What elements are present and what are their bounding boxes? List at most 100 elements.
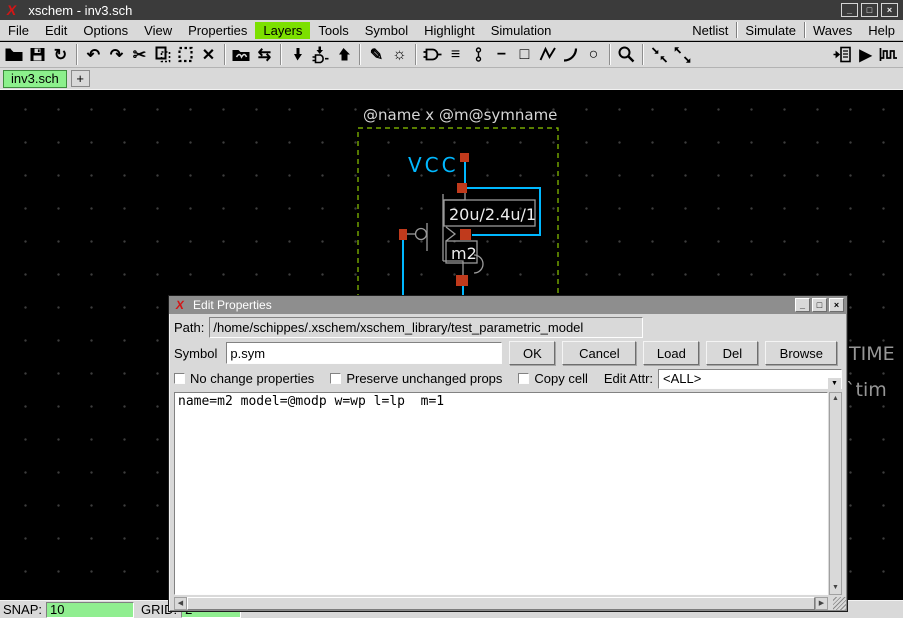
browse-button[interactable]: Browse bbox=[765, 341, 837, 365]
copy-cell-label: Copy cell bbox=[534, 371, 587, 386]
dialog-minimize-button[interactable]: _ bbox=[795, 298, 810, 312]
resize-grip[interactable] bbox=[833, 597, 846, 610]
tab-inv3-sch[interactable]: inv3.sch bbox=[3, 70, 67, 88]
menu-simulate[interactable]: Simulate bbox=[737, 22, 804, 39]
scroll-left-icon[interactable]: ◀ bbox=[174, 597, 187, 610]
dialog-window-controls: _ □ × bbox=[795, 298, 844, 312]
go-back-icon[interactable] bbox=[332, 43, 355, 66]
edit-attr-combobox[interactable]: <ALL> ▼ bbox=[658, 369, 842, 389]
menu-symbol[interactable]: Symbol bbox=[357, 22, 416, 39]
del-button[interactable]: Del bbox=[706, 341, 758, 365]
toolbar-separator bbox=[224, 44, 226, 65]
edit-properties-icon[interactable]: ✎ bbox=[365, 43, 388, 66]
menu-edit[interactable]: Edit bbox=[37, 22, 75, 39]
insert-circle-icon[interactable]: ○ bbox=[582, 43, 605, 66]
menu-netlist[interactable]: Netlist bbox=[684, 22, 736, 39]
toolbar: ↻ ↶ ↷ ✂ ✕ ⇆ ✎ ☼ ≡ bbox=[0, 42, 903, 68]
copy-cell-checkbox[interactable] bbox=[518, 373, 529, 384]
xschem-logo-icon: X bbox=[6, 2, 18, 18]
properties-text-area[interactable]: name=m2 model=@modp w=wp l=lp m=1 bbox=[174, 392, 828, 595]
menu-waves[interactable]: Waves bbox=[805, 22, 860, 39]
toolbar-separator bbox=[609, 44, 611, 65]
cancel-button[interactable]: Cancel bbox=[562, 341, 636, 365]
window-controls: _ □ × bbox=[841, 3, 903, 17]
descend-symbol-icon[interactable] bbox=[309, 43, 332, 66]
no-change-properties-checkbox[interactable] bbox=[174, 373, 185, 384]
menu-highlight[interactable]: Highlight bbox=[416, 22, 483, 39]
right-clipped-text-2: `tim bbox=[846, 379, 887, 401]
xschem-logo-icon: X bbox=[175, 298, 185, 312]
menu-options[interactable]: Options bbox=[75, 22, 136, 39]
close-button[interactable]: × bbox=[881, 3, 898, 17]
vertical-scrollbar[interactable]: ▲ ▼ bbox=[829, 392, 842, 595]
menubar-right: Netlist Simulate Waves Help bbox=[684, 22, 903, 39]
zoom-box-icon[interactable] bbox=[615, 43, 638, 66]
edit-properties-dialog: X Edit Properties _ □ × Path: /home/schi… bbox=[168, 295, 848, 612]
path-row: Path: /home/schippes/.xschem/xschem_libr… bbox=[169, 315, 847, 339]
dialog-titlebar[interactable]: X Edit Properties _ □ × bbox=[169, 296, 847, 314]
zoom-in-icon[interactable] bbox=[648, 43, 671, 66]
cut-icon[interactable]: ✂ bbox=[128, 43, 151, 66]
menu-tools[interactable]: Tools bbox=[310, 22, 356, 39]
menu-file[interactable]: File bbox=[0, 22, 37, 39]
scroll-up-icon[interactable]: ▲ bbox=[830, 393, 841, 405]
toolbar-separator bbox=[359, 44, 361, 65]
menu-properties[interactable]: Properties bbox=[180, 22, 255, 39]
path-label: Path: bbox=[174, 320, 204, 335]
preserve-unchanged-props-checkbox[interactable] bbox=[330, 373, 341, 384]
dialog-title: Edit Properties bbox=[193, 298, 272, 312]
combo-dropdown-icon[interactable]: ▼ bbox=[828, 378, 841, 389]
add-tab-button[interactable]: + bbox=[71, 70, 90, 87]
symbol-label: Symbol bbox=[174, 346, 217, 361]
properties-text-area-wrap: name=m2 model=@modp w=wp l=lp m=1 ▲ ▼ bbox=[174, 392, 842, 595]
place-symbol-icon[interactable] bbox=[230, 43, 253, 66]
save-file-icon[interactable] bbox=[26, 43, 49, 66]
insert-polygon-icon[interactable] bbox=[536, 43, 559, 66]
menu-simulation[interactable]: Simulation bbox=[483, 22, 560, 39]
snap-input[interactable] bbox=[46, 602, 134, 618]
minimize-button[interactable]: _ bbox=[841, 3, 858, 17]
paste-icon[interactable] bbox=[174, 43, 197, 66]
swap-file-icon[interactable]: ⇆ bbox=[253, 43, 276, 66]
toolbar-separator bbox=[642, 44, 644, 65]
options-row: No change properties Preserve unchanged … bbox=[169, 367, 847, 390]
insert-arc-icon[interactable] bbox=[559, 43, 582, 66]
simulate-icon[interactable]: ▶ bbox=[854, 43, 877, 66]
menu-view[interactable]: View bbox=[136, 22, 180, 39]
delete-icon[interactable]: ✕ bbox=[197, 43, 220, 66]
netlist-icon[interactable] bbox=[831, 43, 854, 66]
menu-layers[interactable]: Layers bbox=[255, 22, 310, 39]
horizontal-scroll-thumb[interactable] bbox=[187, 597, 815, 610]
dialog-close-button[interactable]: × bbox=[829, 298, 844, 312]
toolbar-separator bbox=[76, 44, 78, 65]
descend-schematic-icon[interactable] bbox=[286, 43, 309, 66]
toggle-light-icon[interactable]: ☼ bbox=[388, 43, 411, 66]
reload-icon[interactable]: ↻ bbox=[49, 43, 72, 66]
copy-icon[interactable] bbox=[151, 43, 174, 66]
ok-button[interactable]: OK bbox=[509, 341, 555, 365]
dialog-maximize-button[interactable]: □ bbox=[812, 298, 827, 312]
instance-header-text: @name x @m@symname bbox=[363, 106, 557, 124]
undo-icon[interactable]: ↶ bbox=[82, 43, 105, 66]
vertical-scroll-track[interactable] bbox=[830, 405, 841, 582]
redo-icon[interactable]: ↷ bbox=[105, 43, 128, 66]
insert-rect-icon[interactable]: □ bbox=[513, 43, 536, 66]
insert-wire-icon[interactable]: − bbox=[490, 43, 513, 66]
open-file-icon[interactable] bbox=[3, 43, 26, 66]
symbol-input[interactable] bbox=[226, 342, 502, 364]
insert-symbol-icon[interactable] bbox=[421, 43, 444, 66]
maximize-button[interactable]: □ bbox=[861, 3, 878, 17]
scroll-right-icon[interactable]: ▶ bbox=[815, 597, 828, 610]
waves-icon[interactable] bbox=[877, 43, 900, 66]
netlist-lines-icon[interactable]: ≡ bbox=[444, 43, 467, 66]
edit-attr-value: <ALL> bbox=[663, 371, 701, 386]
menu-help[interactable]: Help bbox=[860, 22, 903, 39]
scroll-down-icon[interactable]: ▼ bbox=[830, 582, 841, 594]
toolbar-separator bbox=[415, 44, 417, 65]
insert-pin-icon[interactable] bbox=[467, 43, 490, 66]
preserve-unchanged-props-label: Preserve unchanged props bbox=[346, 371, 502, 386]
zoom-out-icon[interactable] bbox=[671, 43, 694, 66]
horizontal-scrollbar[interactable]: ◀ ▶ bbox=[174, 597, 828, 610]
right-clipped-text-1: TIME bbox=[848, 343, 895, 365]
load-button[interactable]: Load bbox=[643, 341, 699, 365]
